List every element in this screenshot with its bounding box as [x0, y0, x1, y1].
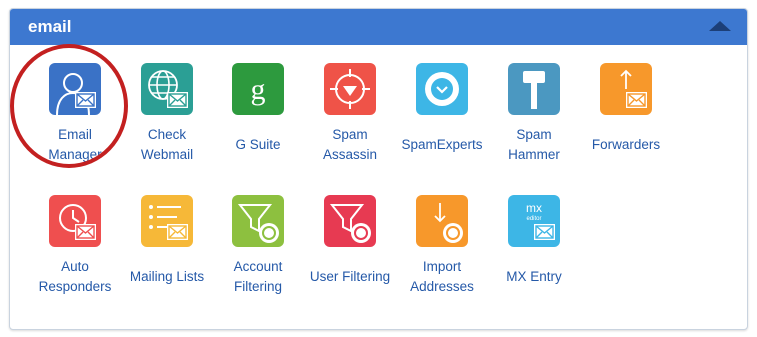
- tool-label-line: Addresses: [410, 279, 474, 294]
- tool-label-line: Forwarders: [591, 137, 661, 152]
- tool-label-line: Manager: [48, 147, 102, 162]
- tool-label: Account Filtering: [212, 257, 304, 297]
- user-filtering-icon: [324, 195, 376, 247]
- svg-text:editor: editor: [526, 216, 541, 222]
- tool-label-line: Hammer: [508, 147, 560, 162]
- tool-label-line: Email: [58, 127, 92, 142]
- tool-label-line: Responders: [38, 279, 112, 294]
- tool-label-line: SpamExperts: [401, 137, 483, 152]
- import-addresses-icon: [416, 195, 468, 247]
- mx-entry-icon: mx editor: [508, 195, 560, 247]
- email-section-header[interactable]: email: [10, 9, 747, 45]
- tool-label-line: User Filtering: [309, 269, 391, 284]
- account-filtering-button[interactable]: Account Filtering: [212, 195, 304, 297]
- tool-label: Spam Assassin: [304, 125, 396, 165]
- tool-label: MX Entry: [488, 267, 580, 287]
- tool-label-line: Spam: [332, 127, 368, 142]
- g-suite-icon: g: [232, 63, 284, 115]
- tool-label-line: Check: [147, 127, 187, 142]
- tool-label: G Suite: [212, 135, 304, 155]
- email-manager-icon: [49, 63, 101, 115]
- section-title: email: [28, 17, 72, 36]
- spam-experts-button[interactable]: SpamExperts: [396, 63, 488, 155]
- account-filtering-icon: [232, 195, 284, 247]
- email-manager-button[interactable]: Email Manager: [29, 63, 121, 165]
- tool-label: Check Webmail: [121, 125, 213, 165]
- auto-responders-button[interactable]: Auto Responders: [29, 195, 121, 297]
- forwarders-icon: [600, 63, 652, 115]
- tool-label: Email Manager: [29, 125, 121, 165]
- mailing-lists-button[interactable]: Mailing Lists: [121, 195, 213, 287]
- webmail-globe-button[interactable]: Check Webmail: [121, 63, 213, 165]
- email-section-panel: email Email Manager Check Webmail g G Suite Sp…: [9, 8, 748, 330]
- tool-label-line: Filtering: [233, 279, 282, 294]
- tool-label-line: Import: [422, 259, 462, 274]
- tool-label-line: Webmail: [140, 147, 194, 162]
- tool-label: Mailing Lists: [121, 267, 213, 287]
- user-filtering-button[interactable]: User Filtering: [304, 195, 396, 287]
- svg-text:g: g: [251, 73, 266, 106]
- tool-label-line: Assassin: [322, 147, 378, 162]
- g-suite-button[interactable]: g G Suite: [212, 63, 304, 155]
- spam-experts-icon: [416, 63, 468, 115]
- tool-label-line: Auto: [61, 259, 89, 274]
- spam-assassin-button[interactable]: Spam Assassin: [304, 63, 396, 165]
- tool-label-line: G Suite: [235, 137, 281, 152]
- tool-label: Auto Responders: [29, 257, 121, 297]
- mx-entry-button[interactable]: mx editor MX Entry: [488, 195, 580, 287]
- tool-label-line: Spam: [516, 127, 552, 142]
- tool-label: SpamExperts: [396, 135, 488, 155]
- webmail-globe-icon: [141, 63, 193, 115]
- tool-label: Forwarders: [580, 135, 672, 155]
- tool-label-line: Mailing Lists: [129, 269, 205, 284]
- collapse-arrow-icon[interactable]: [709, 21, 731, 31]
- svg-text:mx: mx: [526, 201, 542, 215]
- spam-hammer-button[interactable]: Spam Hammer: [488, 63, 580, 165]
- tool-label-line: MX Entry: [506, 269, 562, 284]
- tool-label: Import Addresses: [396, 257, 488, 297]
- tool-label: Spam Hammer: [488, 125, 580, 165]
- import-addresses-button[interactable]: Import Addresses: [396, 195, 488, 297]
- mailing-lists-icon: [141, 195, 193, 247]
- tool-label-line: Account: [233, 259, 283, 274]
- tool-label: User Filtering: [304, 267, 396, 287]
- forwarders-button[interactable]: Forwarders: [580, 63, 672, 155]
- spam-hammer-icon: [508, 63, 560, 115]
- spam-assassin-icon: [324, 63, 376, 115]
- auto-responders-icon: [49, 195, 101, 247]
